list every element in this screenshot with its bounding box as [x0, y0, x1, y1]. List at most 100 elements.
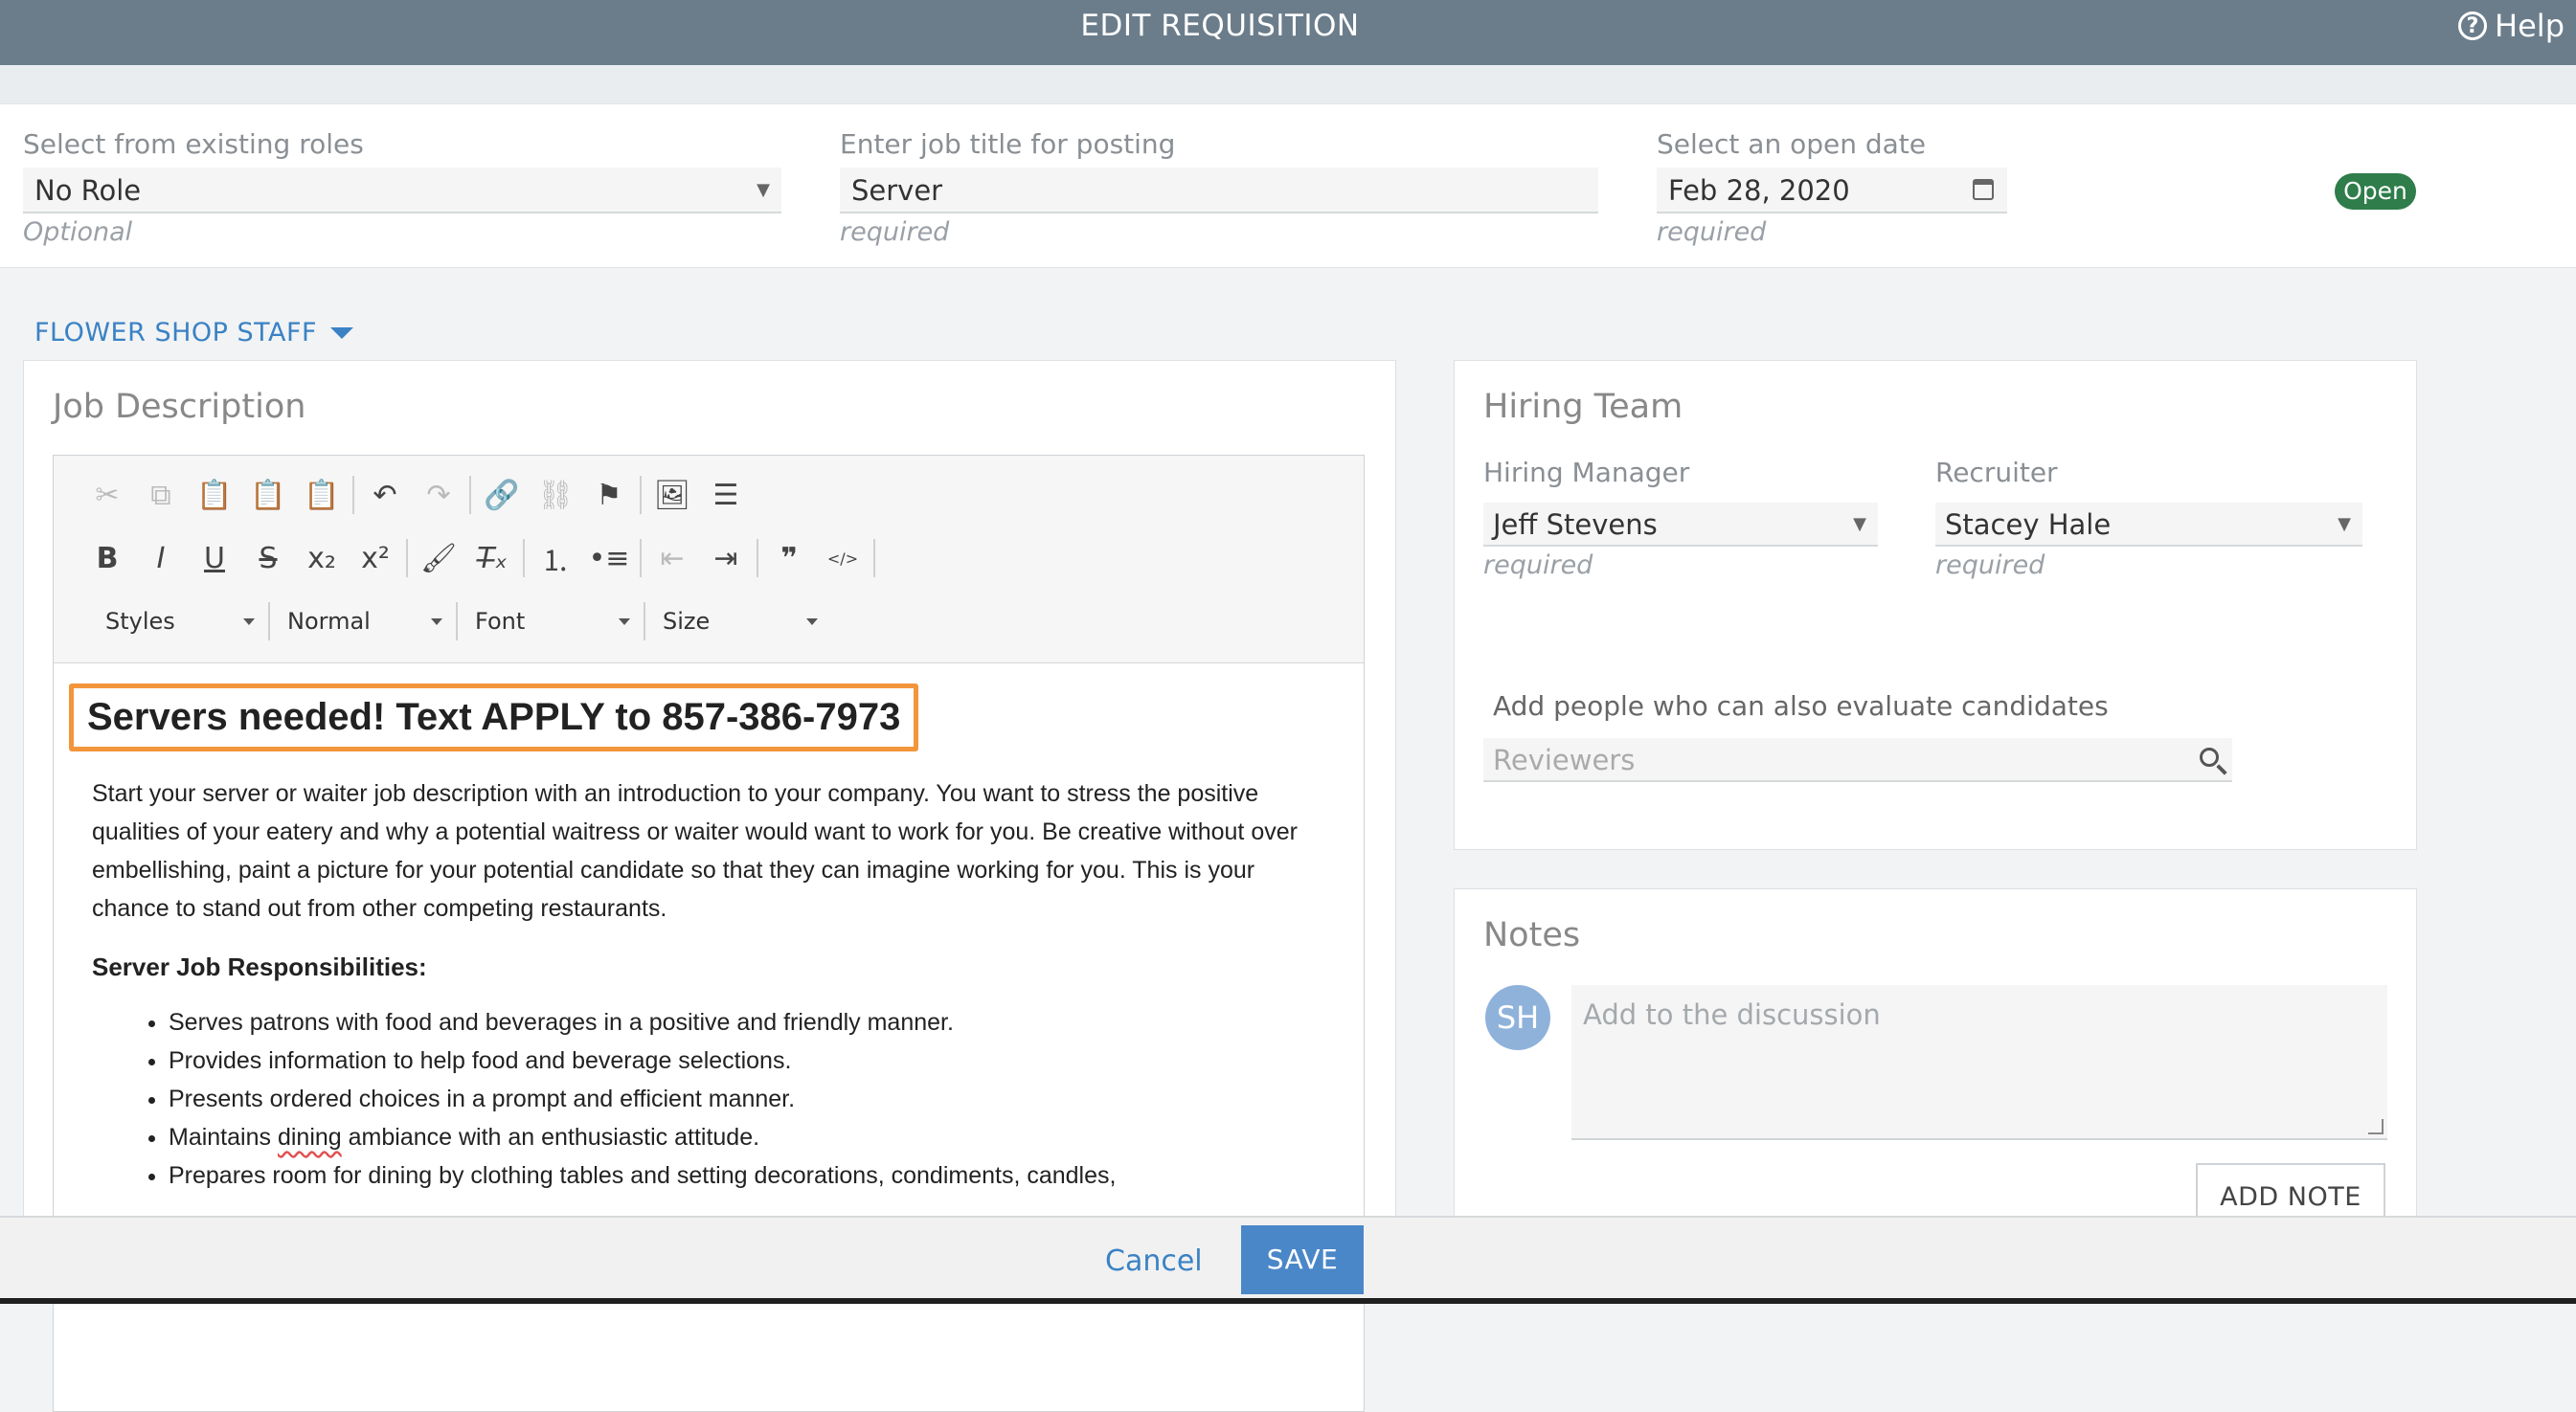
- help-link[interactable]: ? Help: [2458, 8, 2565, 44]
- toolbar-row-1: ✂ ⧉ 📋 📋 📋 ↶ ↷ 🔗 ⛓ ⚑ 🖼 ☰: [80, 471, 753, 519]
- toolbar-separator: [640, 476, 642, 514]
- link-icon[interactable]: 🔗: [475, 471, 529, 519]
- indent-icon[interactable]: ⇥: [699, 534, 753, 582]
- role-field: Select from existing roles No Role ▼ Opt…: [23, 125, 781, 247]
- note-placeholder: Add to the discussion: [1583, 998, 1881, 1031]
- role-select[interactable]: No Role ▼: [23, 168, 781, 213]
- undo-icon[interactable]: ↶: [358, 471, 412, 519]
- styles-select-label: Styles: [105, 608, 175, 635]
- subscript-icon[interactable]: x₂: [295, 534, 349, 582]
- top-bar: EDIT REQUISITION ? Help: [0, 0, 2576, 65]
- underline-icon[interactable]: U: [188, 534, 241, 582]
- recruiter-select[interactable]: Stacey Hale ▼: [1935, 503, 2362, 547]
- format-select[interactable]: Normal: [274, 599, 452, 643]
- chevron-down-icon: [243, 617, 255, 625]
- resize-handle-icon[interactable]: [2368, 1119, 2384, 1134]
- recruiter-label: Recruiter: [1935, 457, 2058, 488]
- list-item[interactable]: Maintains dining ambiance with an enthus…: [169, 1118, 1337, 1156]
- job-title-label: Enter job title for posting: [840, 128, 1176, 160]
- job-headline[interactable]: Servers needed! Text APPLY to 857-386-79…: [69, 684, 919, 751]
- toolbar-separator: [456, 602, 458, 640]
- header-strip: [0, 65, 2576, 103]
- hiring-manager-label: Hiring Manager: [1483, 457, 1690, 488]
- format-select-label: Normal: [287, 608, 371, 635]
- bold-icon[interactable]: B: [80, 534, 134, 582]
- copy-format-icon[interactable]: 🖌: [412, 534, 465, 582]
- strikethrough-icon[interactable]: S: [241, 534, 295, 582]
- list-item[interactable]: Serves patrons with food and beverages i…: [169, 1003, 1337, 1042]
- requisition-form-panel: Select from existing roles No Role ▼ Opt…: [0, 103, 2576, 268]
- horizontal-rule-icon[interactable]: ☰: [699, 471, 753, 519]
- image-icon[interactable]: 🖼: [645, 471, 699, 519]
- hiring-manager-hint: required: [1483, 550, 1593, 580]
- cut-icon[interactable]: ✂: [80, 471, 134, 519]
- toolbar-separator: [469, 476, 471, 514]
- list-item[interactable]: Presents ordered choices in a prompt and…: [169, 1080, 1337, 1118]
- responsibilities-title[interactable]: Server Job Responsibilities:: [92, 953, 1337, 982]
- chevron-down-icon: ▼: [757, 180, 770, 200]
- open-date-value: Feb 28, 2020: [1668, 174, 1850, 207]
- remove-format-icon[interactable]: T̶ₓ: [465, 534, 519, 582]
- paste-text-icon[interactable]: 📋: [241, 471, 295, 519]
- paste-icon[interactable]: 📋: [188, 471, 241, 519]
- status-badge[interactable]: Open: [2335, 173, 2416, 210]
- copy-icon[interactable]: ⧉: [134, 471, 188, 519]
- calendar-icon[interactable]: [1973, 179, 1994, 200]
- toolbar-separator: [640, 539, 642, 577]
- toolbar-separator: [873, 539, 875, 577]
- note-input[interactable]: Add to the discussion: [1571, 985, 2387, 1140]
- reviewers-input[interactable]: Reviewers: [1483, 738, 2232, 782]
- job-title-hint: required: [840, 217, 950, 247]
- spellcheck-word[interactable]: dining: [278, 1124, 342, 1151]
- editor-toolbar: ✂ ⧉ 📋 📋 📋 ↶ ↷ 🔗 ⛓ ⚑ 🖼 ☰ B I U S x₂ x² 🖌 …: [54, 456, 1364, 663]
- chevron-down-icon: [431, 617, 442, 625]
- resp-text: ambiance with an enthusiastic attitude.: [341, 1124, 760, 1151]
- toolbar-separator: [644, 602, 645, 640]
- blockquote-icon[interactable]: ❞: [762, 534, 816, 582]
- reviewers-label: Add people who can also evaluate candida…: [1493, 690, 2109, 722]
- save-button[interactable]: SAVE: [1241, 1225, 1364, 1294]
- hiring-team-card: Hiring Team Hiring Manager Jeff Stevens …: [1454, 360, 2417, 850]
- div-icon[interactable]: </>: [816, 534, 870, 582]
- anchor-flag-icon[interactable]: ⚑: [582, 471, 636, 519]
- italic-icon[interactable]: I: [134, 534, 188, 582]
- paste-word-icon[interactable]: 📋: [295, 471, 349, 519]
- bullet-list-icon[interactable]: •≡: [582, 534, 636, 582]
- job-description-title: Job Description: [53, 388, 306, 426]
- toolbar-separator: [268, 602, 270, 640]
- role-hint: Optional: [23, 217, 133, 247]
- list-item[interactable]: Prepares room for dining by clothing tab…: [169, 1156, 1337, 1195]
- recruiter-value: Stacey Hale: [1945, 508, 2112, 541]
- list-item[interactable]: Provides information to help food and be…: [169, 1042, 1337, 1080]
- hiring-manager-select[interactable]: Jeff Stevens ▼: [1483, 503, 1878, 547]
- styles-select[interactable]: Styles: [92, 599, 264, 643]
- notes-card: Notes SH Add to the discussion ADD NOTE: [1454, 888, 2417, 1271]
- toolbar-separator: [523, 539, 525, 577]
- chevron-down-icon: [619, 617, 630, 625]
- job-title-input[interactable]: Server: [840, 168, 1598, 213]
- job-description-card: Job Description ✂ ⧉ 📋 📋 📋 ↶ ↷ 🔗 ⛓ ⚑ 🖼 ☰: [23, 360, 1396, 1412]
- open-date-input[interactable]: Feb 28, 2020: [1657, 168, 2007, 213]
- open-date-label: Select an open date: [1657, 128, 1926, 160]
- outdent-icon[interactable]: ⇤: [645, 534, 699, 582]
- group-dropdown[interactable]: FLOWER SHOP STAFF: [34, 318, 354, 347]
- redo-icon[interactable]: ↷: [412, 471, 465, 519]
- chevron-down-icon: [806, 617, 818, 625]
- size-select-label: Size: [663, 608, 711, 635]
- cancel-button[interactable]: Cancel: [1105, 1244, 1203, 1278]
- numbered-list-icon[interactable]: ⒈: [529, 534, 582, 582]
- search-icon[interactable]: [2200, 748, 2219, 767]
- job-intro[interactable]: Start your server or waiter job descript…: [92, 774, 1337, 928]
- recruiter-hint: required: [1935, 550, 2045, 580]
- size-select[interactable]: Size: [649, 599, 827, 643]
- editor-content[interactable]: Servers needed! Text APPLY to 857-386-79…: [69, 684, 1337, 1195]
- font-select-label: Font: [475, 608, 526, 635]
- hiring-team-title: Hiring Team: [1483, 388, 1683, 426]
- unlink-icon[interactable]: ⛓: [529, 471, 582, 519]
- font-select[interactable]: Font: [462, 599, 640, 643]
- role-value: No Role: [34, 174, 142, 207]
- superscript-icon[interactable]: x²: [349, 534, 402, 582]
- caret-down-icon: [330, 326, 354, 339]
- window-bottom-edge: [0, 1298, 2576, 1304]
- toolbar-separator: [757, 539, 758, 577]
